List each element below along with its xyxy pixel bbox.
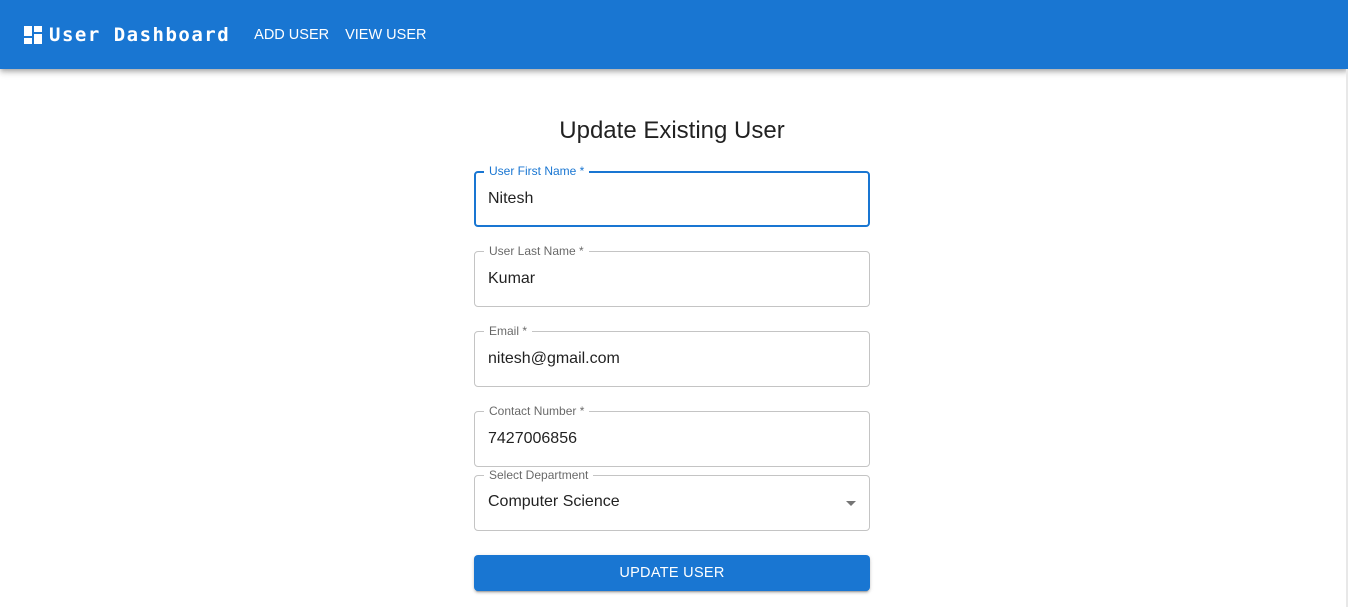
first-name-field[interactable]: User First Name * (474, 164, 870, 227)
app-bar: User Dashboard ADD USER VIEW USER (0, 0, 1348, 69)
nav-add-user[interactable]: ADD USER (254, 27, 329, 43)
last-name-field[interactable]: User Last Name * (474, 244, 870, 307)
email-field[interactable]: Email * (474, 324, 870, 387)
app-title: User Dashboard (49, 23, 231, 46)
department-value: Computer Science (488, 493, 620, 510)
brand: User Dashboard (24, 24, 254, 46)
dashboard-icon (24, 25, 42, 44)
nav-view-user[interactable]: VIEW USER (345, 27, 426, 43)
first-name-input[interactable] (488, 172, 855, 226)
contact-number-field[interactable]: Contact Number * (474, 404, 870, 467)
dropdown-arrow-icon[interactable] (846, 501, 856, 506)
email-input[interactable] (488, 332, 856, 386)
department-select[interactable]: Select Department Computer Science (474, 468, 870, 531)
update-user-button[interactable]: UPDATE USER (474, 555, 870, 591)
last-name-input[interactable] (488, 252, 856, 306)
department-label: Select Department (484, 468, 594, 482)
form-title: Update Existing User (559, 117, 785, 144)
contact-number-input[interactable] (488, 412, 856, 466)
